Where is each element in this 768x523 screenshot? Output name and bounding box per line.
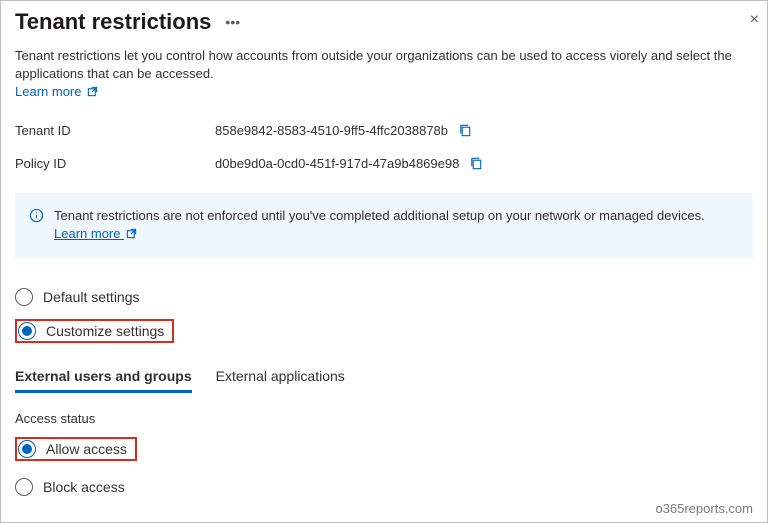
info-learn-more-link[interactable]: Learn more xyxy=(54,226,137,241)
radio-default-settings[interactable]: Default settings xyxy=(15,282,753,312)
radio-block-label: Block access xyxy=(43,479,125,495)
info-icon xyxy=(29,208,44,244)
radio-customize-settings[interactable]: Customize settings xyxy=(15,316,753,346)
copy-policy-id-icon[interactable] xyxy=(469,156,484,171)
tab-external-users[interactable]: External users and groups xyxy=(15,368,192,393)
radio-default-label: Default settings xyxy=(43,289,140,305)
radio-block-access[interactable]: Block access xyxy=(15,472,753,502)
radio-icon xyxy=(18,322,36,340)
policy-id-label: Policy ID xyxy=(15,156,215,171)
access-status-label: Access status xyxy=(1,393,767,434)
radio-allow-access[interactable]: Allow access xyxy=(15,434,753,464)
external-link-icon xyxy=(87,84,98,102)
tab-apps-label: External applications xyxy=(216,368,345,384)
learn-more-label: Learn more xyxy=(15,84,81,99)
external-link-icon xyxy=(126,226,137,244)
page-title: Tenant restrictions xyxy=(15,9,211,35)
policy-id-value: d0be9d0a-0cd0-451f-917d-47a9b4869e98 xyxy=(215,156,459,171)
close-icon[interactable]: × xyxy=(746,9,763,31)
radio-icon xyxy=(15,288,33,306)
more-menu-icon[interactable]: ••• xyxy=(221,12,244,32)
tab-users-label: External users and groups xyxy=(15,368,192,384)
highlight-box: Customize settings xyxy=(15,319,174,343)
radio-icon xyxy=(18,440,36,458)
info-learn-more-label: Learn more xyxy=(54,226,120,241)
watermark: o365reports.com xyxy=(655,501,753,516)
radio-customize-label: Customize settings xyxy=(46,323,164,339)
intro-text: Tenant restrictions let you control how … xyxy=(15,48,732,81)
info-banner: Tenant restrictions are not enforced unt… xyxy=(15,193,753,258)
learn-more-link[interactable]: Learn more xyxy=(15,84,98,99)
info-text: Tenant restrictions are not enforced unt… xyxy=(54,208,705,223)
radio-icon xyxy=(15,478,33,496)
tab-external-applications[interactable]: External applications xyxy=(216,368,345,393)
copy-tenant-id-icon[interactable] xyxy=(458,123,473,138)
highlight-box: Allow access xyxy=(15,437,137,461)
radio-allow-label: Allow access xyxy=(46,441,127,457)
tenant-id-value: 858e9842-8583-4510-9ff5-4ffc2038878b xyxy=(215,123,448,138)
tenant-id-label: Tenant ID xyxy=(15,123,215,138)
